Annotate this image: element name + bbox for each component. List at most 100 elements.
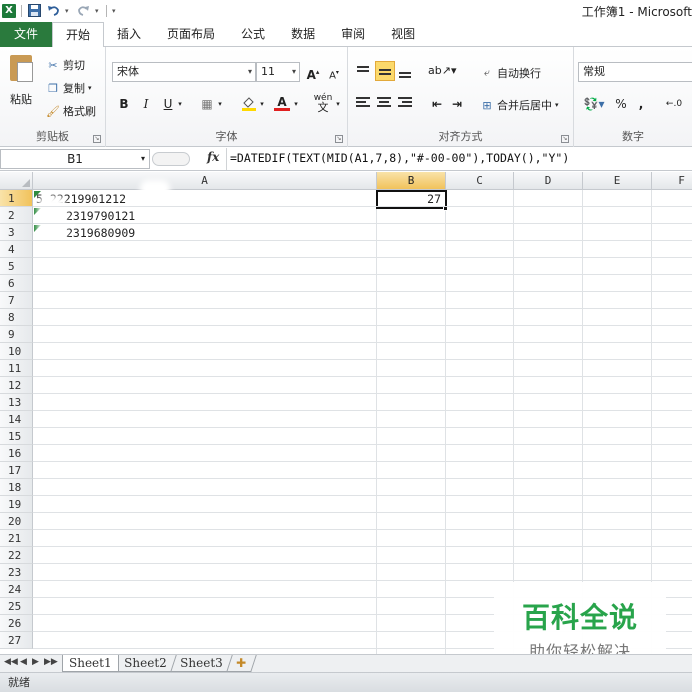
- tab-home[interactable]: 开始: [52, 22, 105, 48]
- column-header-c[interactable]: C: [446, 172, 514, 190]
- paste-icon[interactable]: [8, 53, 38, 87]
- align-right-button[interactable]: [396, 93, 416, 113]
- percent-button[interactable]: %: [614, 95, 628, 113]
- borders-icon[interactable]: ▦: [198, 95, 216, 113]
- save-icon[interactable]: [27, 4, 41, 18]
- merge-center-button[interactable]: ⊞ 合并后居中 ▾: [480, 97, 558, 113]
- row-header[interactable]: 24: [0, 581, 33, 598]
- row-header[interactable]: 2: [0, 207, 33, 224]
- row-header[interactable]: 8: [0, 309, 33, 326]
- insert-sheet-icon[interactable]: ✚: [227, 655, 257, 672]
- row-header[interactable]: 27: [0, 632, 33, 649]
- row-header[interactable]: 3: [0, 224, 33, 241]
- redo-icon[interactable]: [76, 4, 90, 18]
- phonetic-guide-button[interactable]: wén 文: [312, 93, 334, 113]
- tab-formulas[interactable]: 公式: [228, 22, 278, 47]
- row-header[interactable]: 7: [0, 292, 33, 309]
- phonetic-dropdown-icon[interactable]: ▾: [334, 95, 342, 113]
- undo-dropdown-icon[interactable]: ▾: [65, 7, 71, 15]
- shrink-font-button[interactable]: A▾: [326, 64, 342, 82]
- row-header[interactable]: 25: [0, 598, 33, 615]
- font-name-combo[interactable]: 宋体 ▾: [112, 62, 256, 82]
- prev-sheet-icon[interactable]: ◀: [20, 657, 27, 667]
- number-format-combo[interactable]: 常规: [578, 62, 692, 82]
- row-header[interactable]: 20: [0, 513, 33, 530]
- column-header-f[interactable]: F: [652, 172, 692, 190]
- insert-function-icon[interactable]: fx: [207, 150, 219, 164]
- align-left-button[interactable]: [354, 93, 374, 113]
- next-sheet-icon[interactable]: ▶: [32, 657, 39, 667]
- row-header[interactable]: 13: [0, 394, 33, 411]
- italic-button[interactable]: I: [138, 95, 154, 113]
- row-header[interactable]: 6: [0, 275, 33, 292]
- first-sheet-icon[interactable]: ◀◀: [4, 657, 18, 667]
- name-box-dropdown-icon[interactable]: ▾: [141, 150, 145, 168]
- customize-qat-icon[interactable]: ▾: [112, 7, 118, 15]
- currency-format-icon[interactable]: 💱▾: [582, 95, 606, 113]
- decrease-indent-icon[interactable]: ⇤: [428, 95, 446, 113]
- copy-button[interactable]: ❐ 复制 ▾: [46, 80, 91, 96]
- row-header[interactable]: 1: [0, 190, 33, 207]
- sheet-tab-sheet2[interactable]: Sheet2: [115, 655, 177, 672]
- fill-color-icon[interactable]: [240, 95, 258, 113]
- row-header[interactable]: 11: [0, 360, 33, 377]
- format-painter-button[interactable]: 🖌 格式刷: [46, 103, 96, 119]
- undo-icon[interactable]: [46, 4, 60, 18]
- column-header-a[interactable]: A: [33, 172, 377, 190]
- name-box[interactable]: B1 ▾: [0, 149, 150, 169]
- bold-button[interactable]: B: [116, 95, 132, 113]
- align-middle-button[interactable]: [375, 61, 395, 81]
- orientation-icon[interactable]: ab↗▾: [428, 62, 456, 80]
- row-header[interactable]: 12: [0, 377, 33, 394]
- row-header[interactable]: 16: [0, 445, 33, 462]
- select-all-corner[interactable]: [0, 172, 33, 190]
- sheet-tab-sheet1[interactable]: Sheet1: [62, 655, 119, 672]
- row-header[interactable]: 26: [0, 615, 33, 632]
- redo-dropdown-icon[interactable]: ▾: [95, 7, 101, 15]
- excel-logo-icon[interactable]: X: [2, 4, 16, 18]
- last-sheet-icon[interactable]: ▶▶: [44, 657, 58, 667]
- row-header[interactable]: 21: [0, 530, 33, 547]
- clipboard-launcher-icon[interactable]: ↘: [93, 135, 101, 143]
- row-header[interactable]: 19: [0, 496, 33, 513]
- row-header[interactable]: 17: [0, 462, 33, 479]
- borders-dropdown-icon[interactable]: ▾: [216, 95, 224, 113]
- font-size-combo[interactable]: 11 ▾: [256, 62, 300, 82]
- underline-dropdown-icon[interactable]: ▾: [176, 95, 184, 113]
- underline-button[interactable]: U: [160, 95, 176, 113]
- align-center-button[interactable]: [375, 93, 395, 113]
- font-launcher-icon[interactable]: ↘: [335, 135, 343, 143]
- grow-font-button[interactable]: A▴: [304, 63, 322, 82]
- align-top-button[interactable]: [354, 61, 374, 81]
- font-color-icon[interactable]: A: [274, 93, 290, 111]
- paste-button[interactable]: 粘贴: [10, 91, 32, 107]
- alignment-launcher-icon[interactable]: ↘: [561, 135, 569, 143]
- column-header-d[interactable]: D: [514, 172, 583, 190]
- tab-page-layout[interactable]: 页面布局: [154, 22, 228, 47]
- fill-color-dropdown-icon[interactable]: ▾: [258, 95, 266, 113]
- wrap-text-button[interactable]: ⤶ 自动换行: [480, 65, 541, 81]
- tab-insert[interactable]: 插入: [104, 22, 154, 47]
- comma-button[interactable]: ,: [636, 95, 646, 113]
- cut-button[interactable]: ✂ 剪切: [46, 57, 85, 73]
- row-header[interactable]: 14: [0, 411, 33, 428]
- column-header-e[interactable]: E: [583, 172, 652, 190]
- tab-review[interactable]: 审阅: [328, 22, 378, 47]
- increase-indent-icon[interactable]: ⇥: [448, 95, 466, 113]
- row-header[interactable]: 18: [0, 479, 33, 496]
- row-header[interactable]: 15: [0, 428, 33, 445]
- align-bottom-button[interactable]: [396, 61, 416, 81]
- row-header[interactable]: 22: [0, 547, 33, 564]
- font-color-dropdown-icon[interactable]: ▾: [292, 95, 300, 113]
- formula-input[interactable]: =DATEDIF(TEXT(MID(A1,7,8),"#-00-00"),TOD…: [230, 151, 569, 165]
- tab-data[interactable]: 数据: [278, 22, 328, 47]
- tab-view[interactable]: 视图: [378, 22, 428, 47]
- row-header[interactable]: 9: [0, 326, 33, 343]
- tab-file[interactable]: 文件: [0, 22, 52, 47]
- row-header[interactable]: 23: [0, 564, 33, 581]
- column-header-b[interactable]: B: [377, 172, 446, 190]
- row-header[interactable]: 5: [0, 258, 33, 275]
- sheet-tab-sheet3[interactable]: Sheet3: [171, 655, 233, 672]
- increase-decimal-icon[interactable]: ←.0: [660, 95, 688, 113]
- row-header[interactable]: 4: [0, 241, 33, 258]
